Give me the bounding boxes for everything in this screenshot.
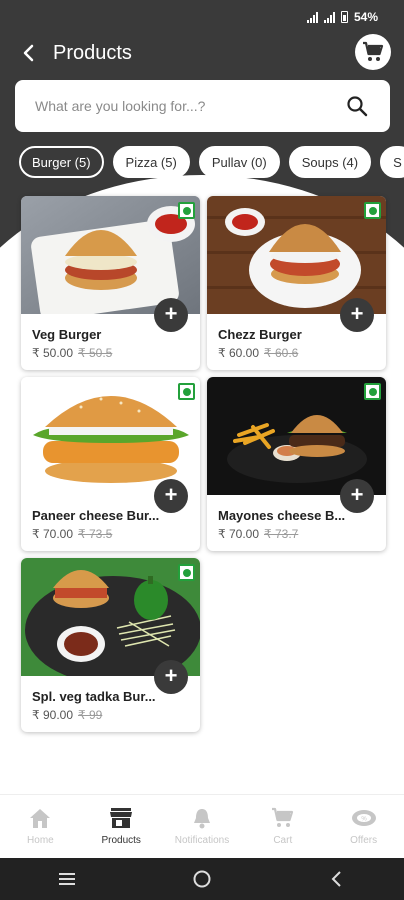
price-row: ₹ 90.00 ₹ 99 bbox=[32, 708, 102, 722]
bell-icon bbox=[190, 805, 214, 831]
svg-text:%: % bbox=[361, 817, 367, 823]
veg-indicator-icon bbox=[178, 564, 195, 581]
product-old-price: ₹ 99 bbox=[78, 708, 103, 722]
category-chip-pizza[interactable]: Pizza (5) bbox=[112, 146, 190, 178]
recent-apps-icon bbox=[59, 873, 76, 885]
top-bar: Products bbox=[0, 34, 404, 74]
battery-icon bbox=[340, 11, 348, 23]
nav-item-cart[interactable]: Cart bbox=[242, 795, 323, 858]
search-button[interactable] bbox=[344, 93, 370, 119]
veg-indicator-icon bbox=[364, 383, 381, 400]
product-name: Paneer cheese Bur... bbox=[32, 508, 160, 523]
status-icons: 54% bbox=[306, 10, 378, 24]
veg-indicator-icon bbox=[178, 383, 195, 400]
product-image-spl-veg-tadka-burger bbox=[21, 558, 200, 676]
product-old-price: ₹ 73.5 bbox=[78, 527, 113, 541]
product-price: ₹ 70.00 bbox=[218, 527, 259, 541]
price-row: ₹ 50.00 ₹ 50.5 bbox=[32, 346, 112, 360]
back-system-button[interactable] bbox=[317, 864, 357, 894]
store-icon bbox=[108, 805, 134, 831]
price-row: ₹ 70.00 ₹ 73.7 bbox=[218, 527, 298, 541]
product-image-veg-burger bbox=[21, 196, 200, 314]
bottom-navigation: Home Products Notifications Cart % Offer… bbox=[0, 794, 404, 858]
home-system-button[interactable] bbox=[182, 864, 222, 894]
system-navigation-bar bbox=[0, 858, 404, 900]
price-row: ₹ 60.00 ₹ 60.6 bbox=[218, 346, 298, 360]
cart-icon bbox=[270, 805, 296, 831]
product-name: Spl. veg tadka Bur... bbox=[32, 689, 156, 704]
page-title: Products bbox=[53, 42, 132, 64]
product-old-price: ₹ 60.6 bbox=[264, 346, 299, 360]
nav-label: Cart bbox=[273, 835, 293, 846]
category-chip-more[interactable]: S bbox=[380, 146, 404, 178]
category-chip-burger[interactable]: Burger (5) bbox=[19, 146, 104, 178]
nav-label: Notifications bbox=[174, 835, 230, 846]
nav-item-notifications[interactable]: Notifications bbox=[162, 795, 243, 858]
veg-indicator-icon bbox=[178, 202, 195, 219]
arrow-left-icon bbox=[23, 44, 34, 62]
nav-item-products[interactable]: Products bbox=[81, 795, 162, 858]
nav-item-offers[interactable]: % Offers bbox=[323, 795, 404, 858]
battery-text: 54% bbox=[353, 10, 378, 24]
offers-icon: % bbox=[350, 805, 378, 831]
product-image-mayones-cheese-burger bbox=[207, 377, 386, 495]
recent-apps-button[interactable] bbox=[47, 864, 87, 894]
product-card[interactable]: + Paneer cheese Bur... ₹ 70.00 ₹ 73.5 bbox=[21, 377, 200, 551]
status-bar: 54% bbox=[0, 0, 404, 34]
nav-label: Home bbox=[27, 835, 54, 846]
signal-icon bbox=[323, 11, 335, 23]
cart-button[interactable] bbox=[355, 34, 391, 70]
nav-item-home[interactable]: Home bbox=[0, 795, 81, 858]
signal-icon bbox=[306, 11, 318, 23]
cart-icon bbox=[363, 41, 384, 61]
product-name: Mayones cheese B... bbox=[218, 508, 346, 523]
veg-indicator-icon bbox=[364, 202, 381, 219]
product-price: ₹ 60.00 bbox=[218, 346, 259, 360]
app-screen: 54% Products Burger (5) Pizza (5) Pullav… bbox=[0, 0, 404, 900]
product-image-chezz-burger bbox=[207, 196, 386, 314]
nav-label: Products bbox=[101, 835, 141, 846]
product-price: ₹ 50.00 bbox=[32, 346, 73, 360]
category-chips: Burger (5) Pizza (5) Pullav (0) Soups (4… bbox=[19, 146, 404, 180]
price-row: ₹ 70.00 ₹ 73.5 bbox=[32, 527, 112, 541]
product-old-price: ₹ 50.5 bbox=[78, 346, 113, 360]
category-chip-pullav[interactable]: Pullav (0) bbox=[198, 146, 280, 178]
nav-label: Offers bbox=[350, 835, 378, 846]
search-icon bbox=[347, 96, 368, 117]
product-card[interactable]: + Chezz Burger ₹ 60.00 ₹ 60.6 bbox=[207, 196, 386, 370]
back-button[interactable] bbox=[14, 38, 44, 68]
category-chip-soups[interactable]: Soups (4) bbox=[288, 146, 372, 178]
product-card[interactable]: + Mayones cheese B... ₹ 70.00 ₹ 73.7 bbox=[207, 377, 386, 551]
chevron-left-icon bbox=[331, 871, 341, 887]
product-price: ₹ 70.00 bbox=[32, 527, 73, 541]
search-input[interactable] bbox=[35, 98, 344, 114]
product-card[interactable]: + Veg Burger ₹ 50.00 ₹ 50.5 bbox=[21, 196, 200, 370]
product-card[interactable]: + Spl. veg tadka Bur... ₹ 90.00 ₹ 99 bbox=[21, 558, 200, 732]
product-image-paneer-cheese-burger bbox=[21, 377, 200, 495]
product-price: ₹ 90.00 bbox=[32, 708, 73, 722]
search-bar bbox=[15, 80, 390, 132]
circle-home-icon bbox=[193, 870, 211, 888]
product-old-price: ₹ 73.7 bbox=[264, 527, 299, 541]
home-icon bbox=[27, 805, 53, 831]
product-name: Chezz Burger bbox=[218, 327, 302, 342]
product-name: Veg Burger bbox=[32, 327, 102, 342]
